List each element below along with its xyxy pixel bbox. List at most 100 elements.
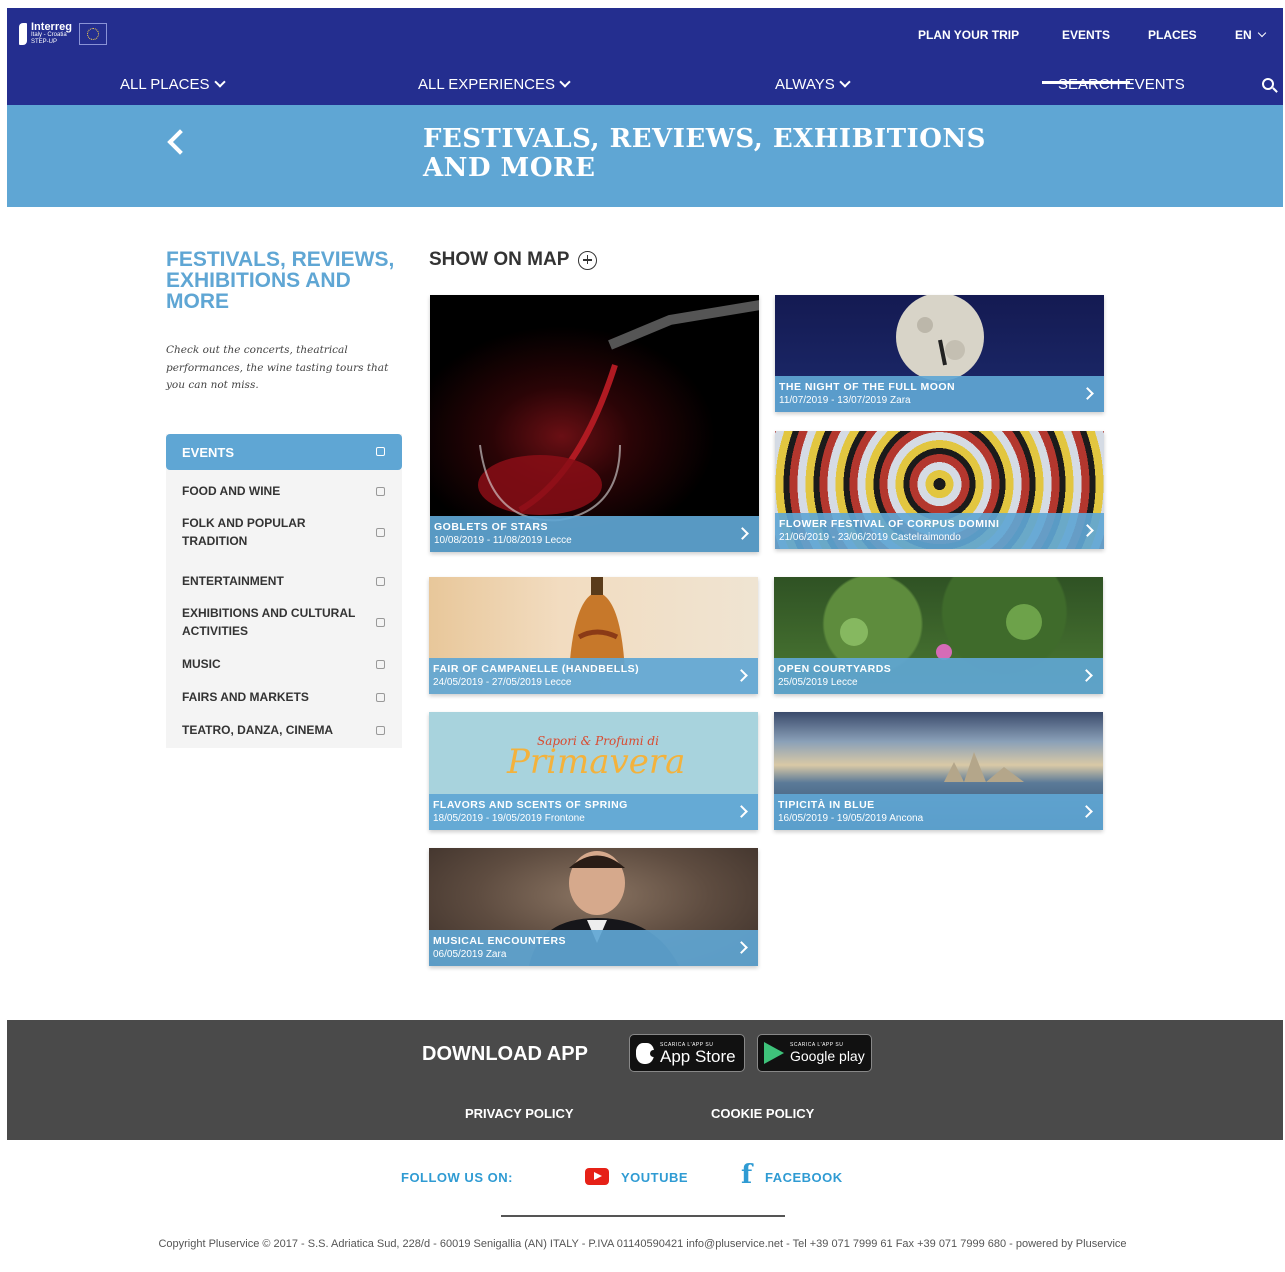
search-icon[interactable]: [1262, 78, 1274, 90]
event-title: FLOWER FESTIVAL OF CORPUS DOMINI: [779, 518, 1000, 530]
nav-events[interactable]: EVENTS: [1062, 28, 1110, 42]
filter-events-header[interactable]: EVENTS: [166, 434, 402, 470]
cookie-policy-link[interactable]: COOKIE POLICY: [711, 1106, 814, 1121]
app-store-badge[interactable]: SCARICA L'APP SU App Store: [629, 1034, 745, 1072]
event-image: [430, 295, 759, 552]
show-on-map-label: SHOW ON MAP: [429, 249, 570, 270]
filter-events-checkbox[interactable]: [376, 447, 385, 456]
event-title: GOBLETS OF STARS: [434, 521, 548, 533]
chevron-right-icon: [1081, 387, 1094, 400]
chevron-right-icon: [735, 669, 748, 682]
event-meta: 10/08/2019 - 11/08/2019 Lecce: [434, 535, 572, 546]
event-title: OPEN COURTYARDS: [778, 663, 892, 675]
chevron-right-icon: [1081, 524, 1094, 537]
event-card[interactable]: FLOWER FESTIVAL OF CORPUS DOMINI 21/06/2…: [775, 431, 1104, 549]
event-caption: GOBLETS OF STARS 10/08/2019 - 11/08/2019…: [430, 516, 759, 552]
google-play-icon: [764, 1042, 784, 1064]
page-title: FESTIVALS, REVIEWS, EXHIBITIONS AND MORE: [423, 124, 986, 183]
filter-all-places[interactable]: ALL PLACES: [120, 76, 226, 93]
event-caption: TIPICITÀ IN BLUE 16/05/2019 - 19/05/2019…: [774, 794, 1103, 830]
search-events-link[interactable]: SEARCH EVENTS: [1058, 76, 1185, 93]
event-meta: 25/05/2019 Lecce: [778, 677, 858, 688]
nav-plan-your-trip[interactable]: PLAN YOUR TRIP: [918, 28, 1019, 42]
event-title: FLAVORS AND SCENTS OF SPRING: [433, 799, 628, 811]
event-card[interactable]: THE NIGHT OF THE FULL MOON 11/07/2019 - …: [775, 295, 1104, 412]
chevron-down-icon: [559, 76, 571, 88]
event-caption: FLOWER FESTIVAL OF CORPUS DOMINI 21/06/2…: [775, 513, 1104, 549]
follow-us-label: FOLLOW US ON:: [401, 1170, 513, 1185]
filter-checkbox[interactable]: [376, 618, 385, 627]
chevron-right-icon: [1080, 669, 1093, 682]
category-filter-panel: EVENTS FOOD AND WINE FOLK AND POPULAR TR…: [166, 434, 402, 748]
event-meta: 18/05/2019 - 19/05/2019 Frontone: [433, 813, 585, 824]
filter-all-experiences-label: ALL EXPERIENCES: [418, 76, 555, 93]
back-arrow-icon[interactable]: [167, 129, 193, 155]
chevron-right-icon: [736, 527, 749, 540]
footer-divider: [501, 1215, 785, 1217]
language-selector[interactable]: EN: [1235, 28, 1266, 42]
event-meta: 06/05/2019 Zara: [433, 949, 507, 960]
google-play-badge[interactable]: SCARICA L'APP SU Google play: [757, 1034, 872, 1072]
filter-time[interactable]: ALWAYS: [775, 76, 851, 93]
filter-time-label: ALWAYS: [775, 76, 835, 93]
event-title: TIPICITÀ IN BLUE: [778, 799, 875, 811]
poster-title: Primavera: [507, 742, 686, 782]
sidebar-description: Check out the concerts, theatrical perfo…: [166, 344, 389, 391]
top-navbar: Interreg Italy - Croatia STEP-UP PLAN YO…: [7, 8, 1283, 105]
facebook-icon[interactable]: f: [741, 1162, 752, 1188]
filter-checkbox[interactable]: [376, 487, 385, 496]
event-card[interactable]: Sapori & Profumi di Primavera FLAVORS AN…: [429, 712, 758, 830]
chevron-right-icon: [735, 805, 748, 818]
event-card[interactable]: FAIR OF CAMPANELLE (HANDBELLS) 24/05/201…: [429, 577, 758, 694]
event-card[interactable]: OPEN COURTYARDS 25/05/2019 Lecce: [774, 577, 1103, 694]
nav-places[interactable]: PLACES: [1148, 28, 1197, 42]
download-app-label: DOWNLOAD APP: [422, 1043, 588, 1065]
language-label: EN: [1235, 28, 1252, 42]
chevron-down-icon: [1257, 28, 1266, 37]
privacy-policy-link[interactable]: PRIVACY POLICY: [465, 1106, 574, 1121]
wine-glass-illustration: [478, 300, 759, 522]
event-caption: OPEN COURTYARDS 25/05/2019 Lecce: [774, 658, 1103, 694]
event-caption: THE NIGHT OF THE FULL MOON 11/07/2019 - …: [775, 376, 1104, 412]
event-title: FAIR OF CAMPANELLE (HANDBELLS): [433, 663, 640, 675]
show-on-map-button[interactable]: SHOW ON MAP: [429, 249, 598, 271]
chevron-right-icon: [735, 941, 748, 954]
filter-label: FAIRS AND MARKETS: [182, 690, 309, 704]
event-meta: 21/06/2019 - 23/06/2019 Castelraimondo: [779, 532, 961, 543]
filter-label: ENTERTAINMENT: [182, 574, 284, 588]
chevron-down-icon: [839, 76, 851, 88]
filter-all-places-label: ALL PLACES: [120, 76, 210, 93]
event-title: MUSICAL ENCOUNTERS: [433, 935, 567, 947]
event-caption: FLAVORS AND SCENTS OF SPRING 18/05/2019 …: [429, 794, 758, 830]
event-card[interactable]: MUSICAL ENCOUNTERS 06/05/2019 Zara: [429, 848, 758, 966]
main-nav: PLAN YOUR TRIP EVENTS PLACES EN: [7, 28, 1283, 84]
event-card[interactable]: TIPICITÀ IN BLUE 16/05/2019 - 19/05/2019…: [774, 712, 1103, 830]
event-card[interactable]: GOBLETS OF STARS 10/08/2019 - 11/08/2019…: [430, 295, 759, 552]
filter-all-experiences[interactable]: ALL EXPERIENCES: [418, 76, 571, 93]
sub-nav: ALL PLACES ALL EXPERIENCES ALWAYS SEARCH…: [7, 74, 1283, 96]
facebook-link[interactable]: FACEBOOK: [765, 1170, 843, 1185]
filter-events-label: EVENTS: [182, 445, 235, 460]
filter-label: TEATRO, DANZA, CINEMA: [182, 723, 334, 737]
filter-checkbox[interactable]: [376, 660, 385, 669]
filter-label: MUSIC: [182, 657, 221, 671]
event-caption: MUSICAL ENCOUNTERS 06/05/2019 Zara: [429, 930, 758, 966]
footer-app-section: DOWNLOAD APP SCARICA L'APP SU App Store …: [7, 1020, 1283, 1140]
event-caption: FAIR OF CAMPANELLE (HANDBELLS) 24/05/201…: [429, 658, 758, 694]
copyright-text: Copyright Pluservice © 2017 - S.S. Adria…: [158, 1238, 1127, 1250]
appstore-big-text: App Store: [660, 1046, 736, 1066]
filter-checkbox[interactable]: [376, 528, 385, 537]
event-meta: 11/07/2019 - 13/07/2019 Zara: [779, 395, 911, 406]
apple-icon: [636, 1042, 657, 1064]
chevron-down-icon: [213, 76, 226, 88]
youtube-link[interactable]: YOUTUBE: [621, 1170, 688, 1185]
youtube-icon[interactable]: [585, 1168, 609, 1185]
filter-label: FOOD AND WINE: [182, 484, 281, 498]
chevron-right-icon: [1080, 805, 1093, 818]
event-meta: 16/05/2019 - 19/05/2019 Ancona: [778, 813, 924, 824]
filter-checkbox[interactable]: [376, 577, 385, 586]
filter-checkbox[interactable]: [376, 726, 385, 735]
filter-checkbox[interactable]: [376, 693, 385, 702]
sidebar-title: FESTIVALS, REVIEWS, EXHIBITIONS AND MORE: [166, 248, 395, 313]
event-title: THE NIGHT OF THE FULL MOON: [779, 381, 956, 393]
